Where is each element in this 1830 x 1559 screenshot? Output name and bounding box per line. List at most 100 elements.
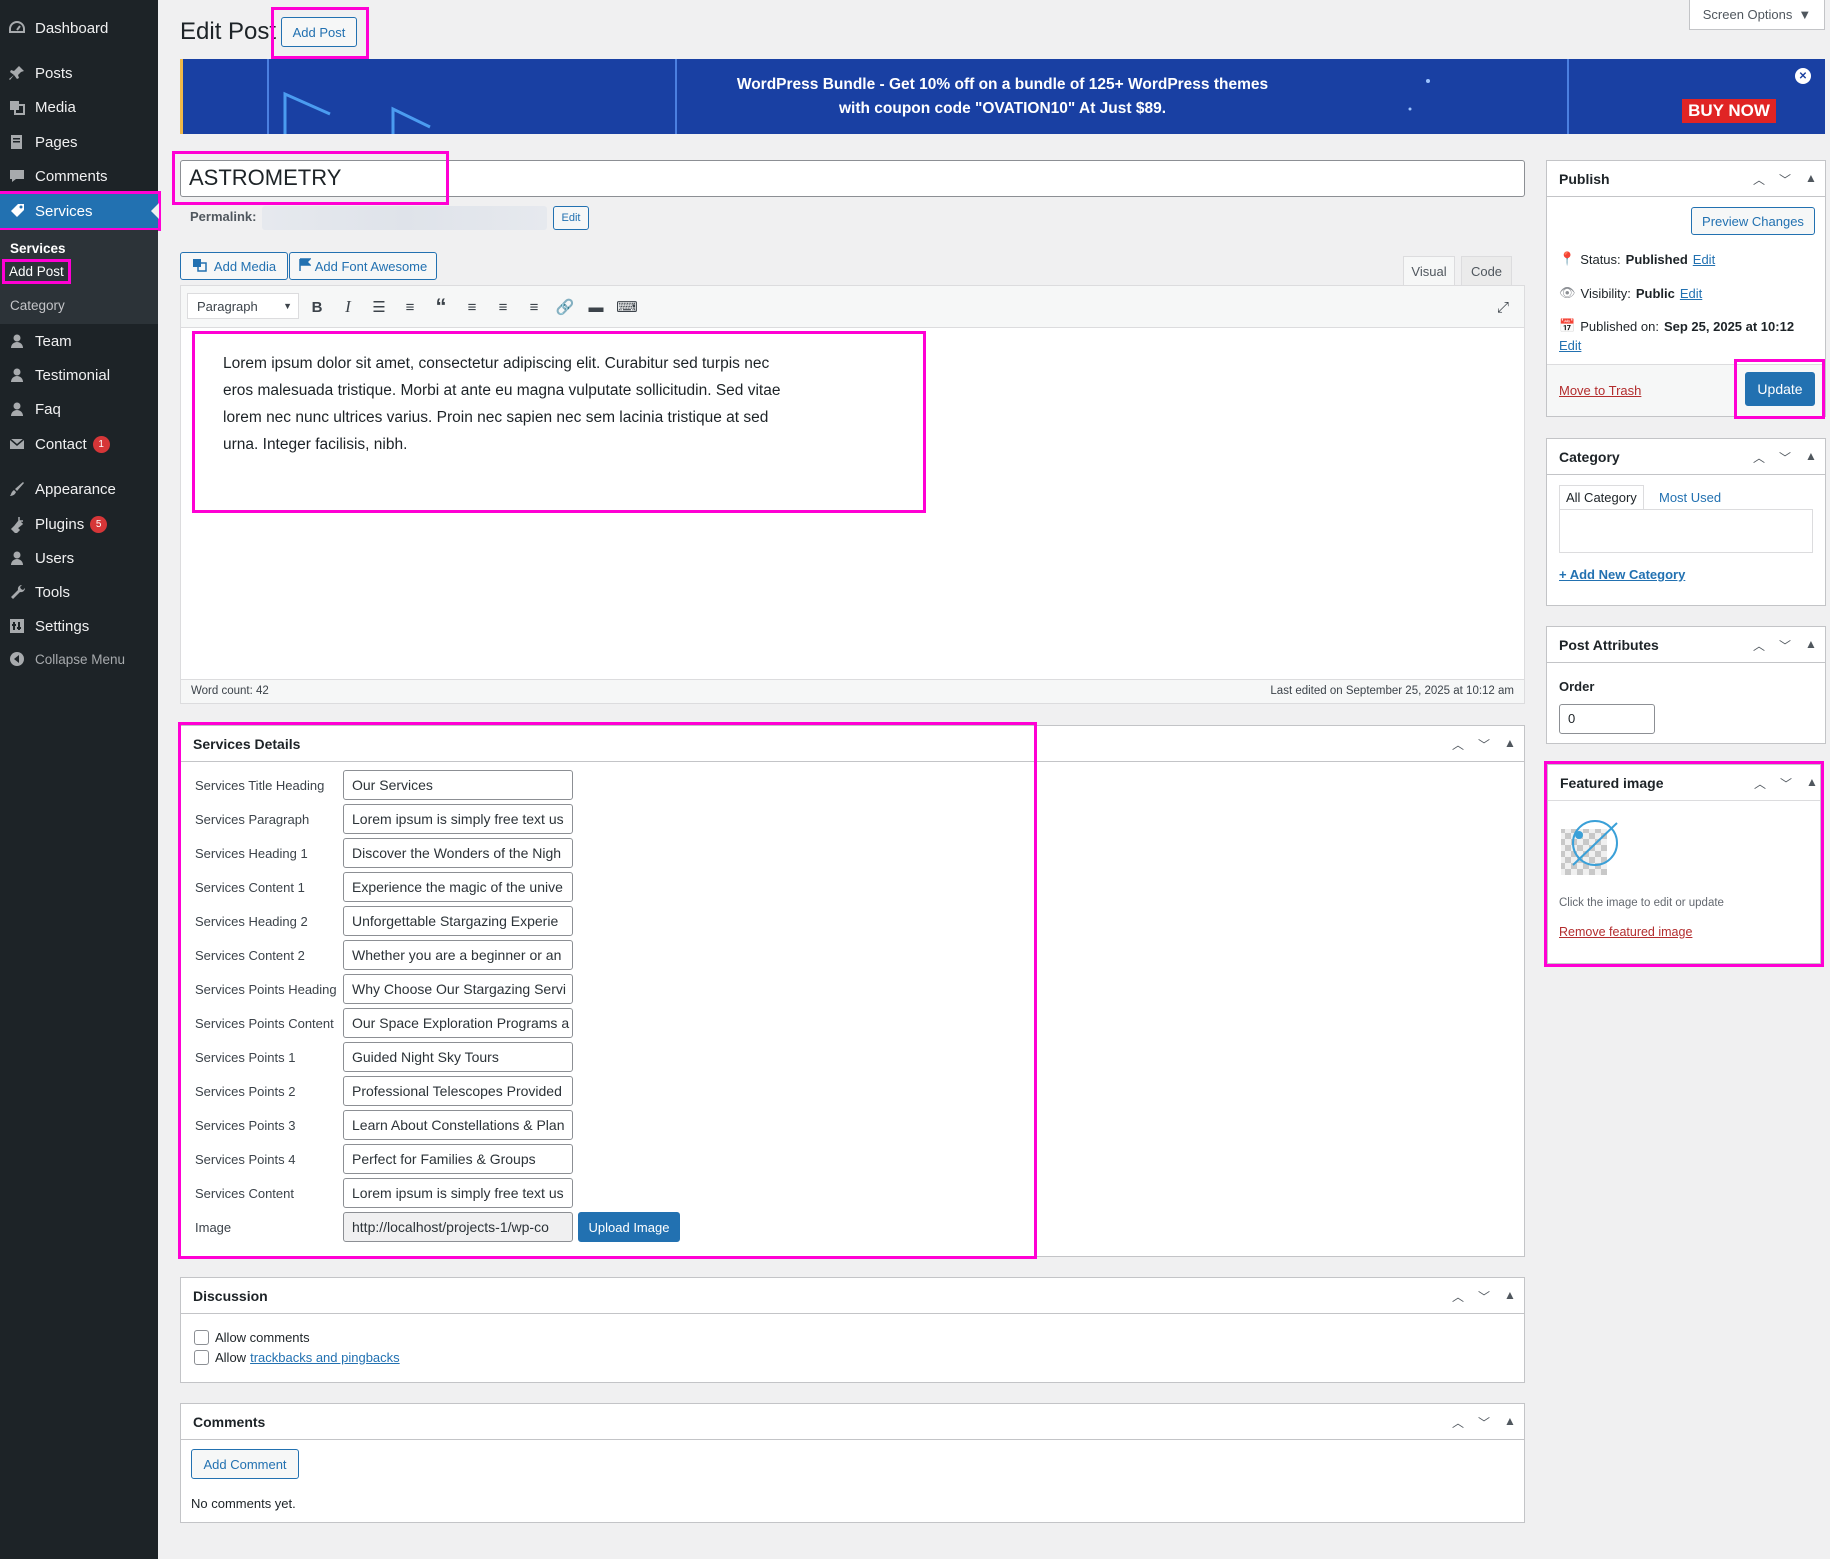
field-input[interactable]: Our Services <box>343 770 573 800</box>
bullet-list-icon[interactable]: ☰ <box>368 296 390 318</box>
align-right-icon[interactable]: ≡ <box>523 296 545 318</box>
sidebar-item-services[interactable]: Services <box>0 191 161 231</box>
collapse-toggle-icon[interactable]: ▲ <box>1805 171 1817 185</box>
remove-featured-image-link[interactable]: Remove featured image <box>1559 925 1692 939</box>
tab-code[interactable]: Code <box>1461 256 1512 286</box>
align-center-icon[interactable]: ≡ <box>492 296 514 318</box>
toolbar-toggle-icon[interactable]: ⌨ <box>616 296 638 318</box>
published-edit-link[interactable]: Edit <box>1559 338 1581 353</box>
sidebar-item-settings[interactable]: Settings <box>0 609 158 643</box>
order-input[interactable]: 0 <box>1559 704 1655 734</box>
status-edit-link[interactable]: Edit <box>1693 252 1715 267</box>
collapse-menu-button[interactable]: Collapse Menu <box>0 642 158 676</box>
sidebar-item-comments[interactable]: Comments <box>0 159 158 193</box>
collapse-toggle-icon[interactable]: ▲ <box>1504 1288 1516 1302</box>
move-up-icon[interactable]: ︿ <box>1753 637 1765 653</box>
field-input[interactable]: Lorem ipsum is simply free text us <box>343 1178 573 1208</box>
field-input[interactable]: Why Choose Our Stargazing Servi <box>343 974 573 1004</box>
field-input[interactable]: Discover the Wonders of the Nigh <box>343 838 573 868</box>
sidebar-item-dashboard[interactable]: Dashboard <box>0 11 158 45</box>
field-input[interactable]: Professional Telescopes Provided <box>343 1076 573 1106</box>
field-input[interactable]: Perfect for Families & Groups <box>343 1144 573 1174</box>
submenu-category[interactable]: Category <box>10 298 65 313</box>
sidebar-item-team[interactable]: Team <box>0 324 158 358</box>
move-up-icon[interactable]: ︿ <box>1754 775 1766 791</box>
sidebar-item-pages[interactable]: Pages <box>0 125 158 159</box>
field-label: Services Content 1 <box>195 879 305 895</box>
sidebar-item-media[interactable]: Media <box>0 90 158 124</box>
preview-changes-button[interactable]: Preview Changes <box>1691 207 1815 235</box>
add-comment-button[interactable]: Add Comment <box>191 1449 299 1479</box>
permalink-edit-button[interactable]: Edit <box>553 206 589 230</box>
add-new-category-link[interactable]: + Add New Category <box>1559 567 1685 582</box>
sidebar-item-posts[interactable]: Posts <box>0 56 158 90</box>
move-up-icon[interactable]: ︿ <box>1452 1288 1464 1304</box>
move-up-icon[interactable]: ︿ <box>1753 171 1765 187</box>
tab-all-category[interactable]: All Category <box>1559 485 1644 509</box>
editor-content[interactable]: Lorem ipsum dolor sit amet, consectetur … <box>192 331 926 513</box>
move-down-icon[interactable]: ﹀ <box>1478 1414 1490 1430</box>
close-icon[interactable]: ✕ <box>1795 68 1811 84</box>
numbered-list-icon[interactable]: ≡ <box>399 296 421 318</box>
field-input[interactable]: Our Space Exploration Programs a <box>343 1008 573 1038</box>
post-title-input[interactable]: ASTROMETRY <box>172 151 449 205</box>
move-to-trash-link[interactable]: Move to Trash <box>1559 383 1641 398</box>
featured-image-thumbnail[interactable] <box>1559 815 1621 877</box>
sidebar-item-tools[interactable]: Tools <box>0 575 158 609</box>
permalink-url-blurred[interactable] <box>262 206 547 230</box>
sidebar-item-faq[interactable]: Faq <box>0 392 158 426</box>
allow-trackbacks-label: Allow <box>215 1350 247 1365</box>
field-input[interactable]: Whether you are a beginner or an <box>343 940 573 970</box>
link-icon[interactable]: 🔗 <box>554 296 576 318</box>
tab-visual[interactable]: Visual <box>1403 256 1455 286</box>
featured-image-hint: Click the image to edit or update <box>1559 897 1724 909</box>
field-input[interactable]: Learn About Constellations & Plan <box>343 1110 573 1140</box>
move-up-icon[interactable]: ︿ <box>1452 736 1464 752</box>
move-down-icon[interactable]: ﹀ <box>1779 449 1791 465</box>
update-highlight: Update <box>1734 359 1825 419</box>
screen-options-button[interactable]: Screen Options ▼ <box>1689 0 1825 30</box>
buy-now-button[interactable]: BUY NOW <box>1682 99 1776 123</box>
read-more-icon[interactable]: ▬ <box>585 296 607 318</box>
field-input[interactable]: Unforgettable Stargazing Experie <box>343 906 573 936</box>
move-down-icon[interactable]: ﹀ <box>1779 637 1791 653</box>
move-down-icon[interactable]: ﹀ <box>1478 736 1490 752</box>
submenu-add-post[interactable]: Add Post <box>2 259 71 284</box>
fullscreen-icon[interactable]: ⤢ <box>1492 296 1514 318</box>
field-services-content: Services Content Lorem ipsum is simply fr… <box>195 1178 573 1208</box>
blockquote-icon[interactable]: “ <box>430 294 452 319</box>
move-down-icon[interactable]: ﹀ <box>1780 775 1792 791</box>
bold-icon[interactable]: B <box>306 296 328 318</box>
field-input[interactable]: Guided Night Sky Tours <box>343 1042 573 1072</box>
move-down-icon[interactable]: ﹀ <box>1779 171 1791 187</box>
italic-icon[interactable]: I <box>337 296 359 318</box>
upload-image-button[interactable]: Upload Image <box>578 1212 680 1242</box>
trackbacks-link[interactable]: trackbacks and pingbacks <box>250 1350 400 1365</box>
sidebar-item-contact[interactable]: Contact 1 <box>0 427 158 461</box>
field-input[interactable]: Experience the magic of the unive <box>343 872 573 902</box>
collapse-toggle-icon[interactable]: ▲ <box>1805 449 1817 463</box>
move-up-icon[interactable]: ︿ <box>1753 449 1765 465</box>
sidebar-item-plugins[interactable]: Plugins 5 <box>0 507 158 541</box>
add-post-button[interactable]: Add Post <box>281 17 357 47</box>
update-button[interactable]: Update <box>1745 372 1815 406</box>
visibility-edit-link[interactable]: Edit <box>1680 286 1702 301</box>
collapse-toggle-icon[interactable]: ▲ <box>1504 1414 1516 1428</box>
sidebar-item-users[interactable]: Users <box>0 541 158 575</box>
format-select[interactable]: Paragraph ▼ <box>187 293 299 319</box>
collapse-toggle-icon[interactable]: ▲ <box>1504 736 1516 750</box>
move-down-icon[interactable]: ﹀ <box>1478 1288 1490 1304</box>
allow-comments-checkbox[interactable] <box>194 1330 209 1345</box>
sidebar-item-appearance[interactable]: Appearance <box>0 472 158 506</box>
allow-trackbacks-checkbox[interactable] <box>194 1350 209 1365</box>
align-left-icon[interactable]: ≡ <box>461 296 483 318</box>
tab-most-used[interactable]: Most Used <box>1653 485 1727 509</box>
collapse-toggle-icon[interactable]: ▲ <box>1806 775 1818 789</box>
collapse-toggle-icon[interactable]: ▲ <box>1805 637 1817 651</box>
image-url-input[interactable]: http://localhost/projects-1/wp-co <box>343 1212 573 1242</box>
add-media-button[interactable]: Add Media <box>180 252 288 280</box>
add-font-awesome-button[interactable]: Add Font Awesome <box>289 252 437 280</box>
sidebar-item-testimonial[interactable]: Testimonial <box>0 358 158 392</box>
move-up-icon[interactable]: ︿ <box>1452 1414 1464 1430</box>
field-input[interactable]: Lorem ipsum is simply free text us <box>343 804 573 834</box>
